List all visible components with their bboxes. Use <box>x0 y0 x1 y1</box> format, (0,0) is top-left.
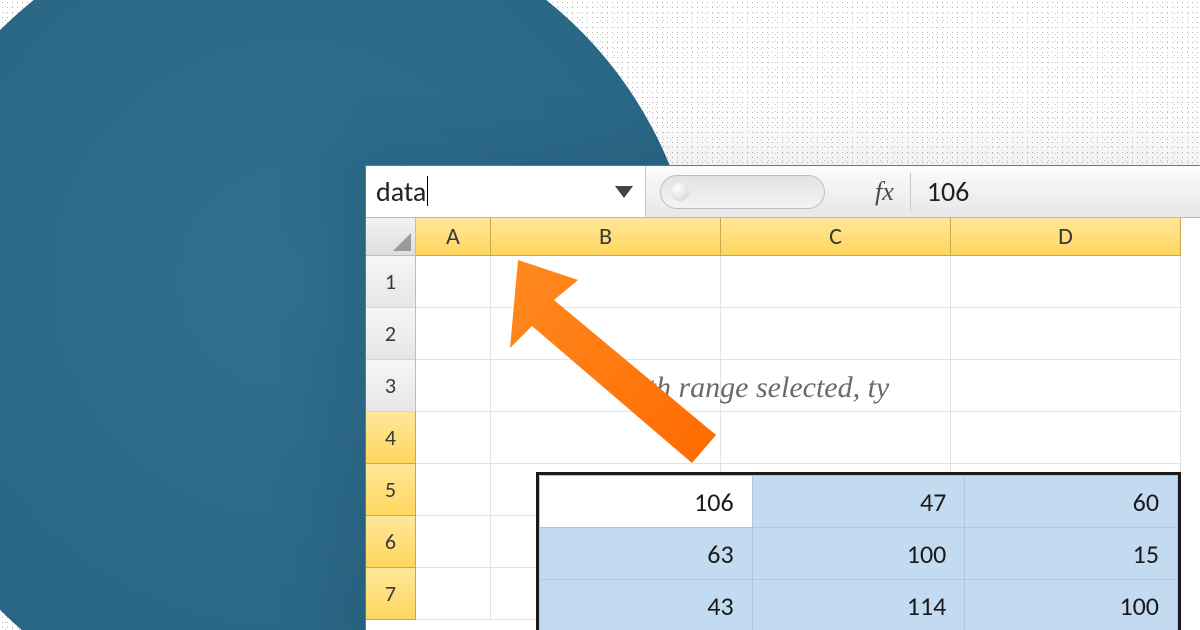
row-header-1[interactable]: 1 <box>366 256 416 308</box>
data-table: 106 47 60 63 100 15 43 114 <box>539 475 1178 630</box>
spreadsheet-window: data fx 106 A B C D 1 2 <box>365 165 1200 630</box>
cell-b5[interactable]: 63 <box>540 528 753 580</box>
pill-dot-icon <box>671 183 689 201</box>
row-header-6[interactable]: 6 <box>366 516 416 568</box>
column-header-a[interactable]: A <box>416 218 491 256</box>
row-headers: 1 2 3 4 5 6 7 <box>366 256 416 620</box>
select-all-corner[interactable] <box>366 218 416 256</box>
name-box[interactable]: data <box>366 166 646 217</box>
chevron-down-icon[interactable] <box>615 186 633 198</box>
cell-b4[interactable]: 106 <box>540 476 753 528</box>
table-row: 63 100 15 <box>540 528 1178 580</box>
table-row: 43 114 100 <box>540 580 1178 630</box>
cell-c6[interactable]: 114 <box>752 580 965 630</box>
row-header-5[interactable]: 5 <box>366 464 416 516</box>
cell-c4[interactable]: 47 <box>752 476 965 528</box>
grid-area: A B C D 1 2 3 4 5 6 7 <box>366 218 1200 630</box>
column-header-c[interactable]: C <box>721 218 951 256</box>
selected-range[interactable]: 106 47 60 63 100 15 43 114 <box>536 472 1181 630</box>
cell-b6[interactable]: 43 <box>540 580 753 630</box>
cell-c5[interactable]: 100 <box>752 528 965 580</box>
canvas: data fx 106 A B C D 1 2 <box>0 0 1200 630</box>
table-row: 106 47 60 <box>540 476 1178 528</box>
formula-bar: data fx 106 <box>366 166 1200 218</box>
column-header-b[interactable]: B <box>491 218 721 256</box>
row-header-4[interactable]: 4 <box>366 412 416 464</box>
column-headers: A B C D <box>366 218 1200 256</box>
rows: 1 2 3 4 5 6 7 With range selected <box>366 256 1200 620</box>
cell-d6[interactable]: 100 <box>965 580 1178 630</box>
fx-group: fx 106 <box>646 166 969 217</box>
separator <box>910 173 911 211</box>
column-header-d[interactable]: D <box>951 218 1181 256</box>
text-caret <box>427 176 428 206</box>
row-header-3[interactable]: 3 <box>366 360 416 412</box>
row-header-7[interactable]: 7 <box>366 568 416 620</box>
name-box-value: data <box>376 174 428 209</box>
formula-bar-value[interactable]: 106 <box>927 174 970 209</box>
cancel-enter-pill[interactable] <box>660 175 825 209</box>
row-header-2[interactable]: 2 <box>366 308 416 360</box>
cell-d4[interactable]: 60 <box>965 476 1178 528</box>
cell-d5[interactable]: 15 <box>965 528 1178 580</box>
fx-icon[interactable]: fx <box>875 177 894 207</box>
annotation-text: With range selected, ty <box>616 371 889 405</box>
cells[interactable]: With range selected, ty 106 47 60 63 100 <box>416 256 1181 620</box>
select-all-triangle-icon <box>393 233 411 251</box>
